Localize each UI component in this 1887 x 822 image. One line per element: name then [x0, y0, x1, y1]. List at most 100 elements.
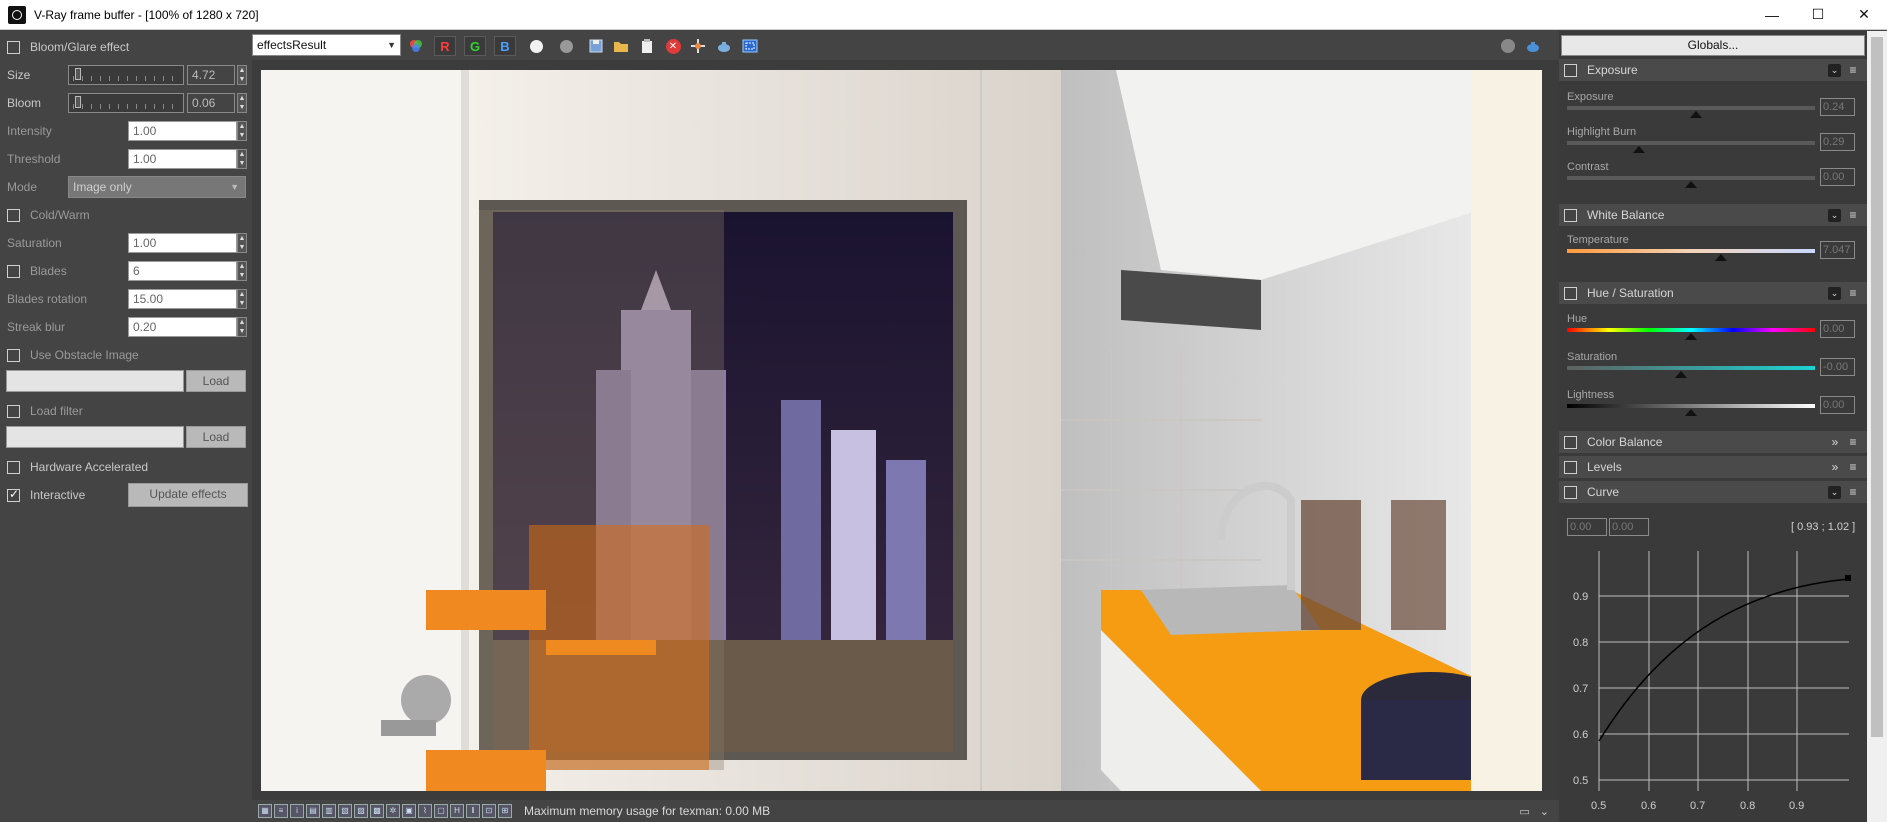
bloom-glare-checkbox[interactable] [7, 40, 20, 54]
hue-saturation-checkbox[interactable] [1564, 286, 1577, 300]
cold-warm-checkbox[interactable] [7, 208, 20, 222]
use-obstacle-checkbox[interactable] [7, 348, 20, 362]
lightness-slider-knob[interactable] [1685, 409, 1697, 416]
grid-icon[interactable]: ⊞ [498, 804, 512, 818]
white-balance-checkbox[interactable] [1564, 208, 1577, 222]
curve-input-x[interactable]: 0.00 [1567, 518, 1607, 536]
blades-value[interactable]: 6 [128, 261, 237, 281]
save-icon[interactable] [585, 36, 607, 56]
filter-path[interactable] [6, 426, 184, 448]
hue-slider[interactable] [1567, 328, 1815, 332]
right-panel-scrollbar[interactable] [1867, 31, 1887, 822]
clipboard-icon[interactable] [636, 36, 658, 56]
vfb-settings-icon[interactable]: ▢ [434, 804, 448, 818]
color-channels-icon[interactable] [405, 36, 427, 56]
levels-section-header[interactable]: Levels » ≡ [1559, 456, 1867, 478]
expand-icon[interactable]: » [1829, 436, 1841, 448]
render-teapot-icon[interactable] [713, 36, 735, 56]
streak-blur-spinner[interactable]: ▲ ▼ [237, 317, 247, 337]
color-balance-checkbox[interactable] [1564, 435, 1577, 449]
hue-slider-knob[interactable] [1685, 333, 1697, 340]
curve-icon[interactable]: ▧ [338, 804, 352, 818]
monochrome-icon[interactable] [555, 36, 577, 56]
blades-rotation-spinner[interactable]: ▲ ▼ [237, 289, 247, 309]
stamp-icon[interactable]: ⌇ [418, 804, 432, 818]
lock-icon[interactable]: ⊡ [482, 804, 496, 818]
open-folder-icon[interactable] [610, 36, 632, 56]
blue-channel-button[interactable]: B [494, 36, 516, 56]
exposure-value[interactable]: 0.24 [1820, 98, 1855, 116]
menu-icon[interactable]: ≡ [1847, 486, 1859, 498]
clear-image-icon[interactable]: ✕ [662, 36, 684, 56]
collapse-icon[interactable]: ⌄ [1828, 286, 1841, 300]
menu-icon[interactable]: ≡ [1847, 461, 1859, 473]
levels-checkbox[interactable] [1564, 460, 1577, 474]
lightness-value[interactable]: 0.00 [1820, 396, 1855, 414]
close-button[interactable]: ✕ [1841, 0, 1887, 30]
color-correction-icon[interactable]: ▤ [306, 804, 320, 818]
stop-render-icon[interactable] [1497, 36, 1519, 56]
highlight-burn-slider[interactable] [1567, 141, 1815, 145]
collapse-icon[interactable]: ⌄ [1828, 208, 1841, 222]
size-slider[interactable] [68, 65, 184, 85]
intensity-spinner[interactable]: ▲ ▼ [237, 121, 247, 141]
image-icon[interactable]: ▣ [402, 804, 416, 818]
update-effects-button[interactable]: Update effects [128, 483, 248, 507]
blades-checkbox[interactable] [7, 264, 20, 278]
alpha-white-icon[interactable] [525, 36, 547, 56]
saturation-value[interactable]: 1.00 [128, 233, 237, 253]
streak-blur-value[interactable]: 0.20 [128, 317, 237, 337]
saturation-slider[interactable] [1567, 366, 1815, 370]
highlight-burn-slider-knob[interactable] [1633, 146, 1645, 153]
settings-icon[interactable]: ✲ [386, 804, 400, 818]
temperature-slider[interactable] [1567, 249, 1815, 253]
lens-effects-icon[interactable]: ▩ [370, 804, 384, 818]
size-value[interactable]: 4.72 [187, 65, 235, 85]
filter-load-button[interactable]: Load [186, 426, 246, 448]
highlight-burn-value[interactable]: 0.29 [1820, 133, 1855, 151]
menu-icon[interactable]: ≡ [1847, 436, 1859, 448]
contrast-slider[interactable] [1567, 176, 1815, 180]
compare-icon[interactable]: ‖ [466, 804, 480, 818]
temperature-slider-knob[interactable] [1715, 254, 1727, 261]
render-viewport[interactable] [252, 60, 1559, 800]
interactive-checkbox[interactable] [7, 487, 20, 502]
curve-graph[interactable]: 0.9 0.8 0.7 0.6 0.5 0.5 0.6 0.7 0.8 0.9 [1559, 541, 1859, 816]
channel-select[interactable]: effectsResult ▼ [252, 34, 401, 56]
toggle-panel-icon[interactable]: ▭ [1519, 805, 1529, 818]
menu-icon[interactable]: ≡ [1847, 64, 1859, 76]
film-icon[interactable]: ▦ [258, 804, 272, 818]
curve-section-header[interactable]: Curve ⌄ ≡ [1559, 481, 1867, 503]
hue-value[interactable]: 0.00 [1820, 320, 1855, 338]
red-channel-button[interactable]: R [434, 36, 456, 56]
globals-button[interactable]: Globals... [1561, 35, 1865, 56]
expand-icon[interactable]: » [1829, 461, 1841, 473]
h-icon[interactable]: H [450, 804, 464, 818]
exposure-slider[interactable] [1567, 106, 1815, 110]
load-filter-checkbox[interactable] [7, 404, 20, 418]
render-icon[interactable] [1522, 36, 1544, 56]
history-icon[interactable]: ≡ [274, 804, 288, 818]
curve-checkbox[interactable] [1564, 485, 1577, 499]
maximize-button[interactable]: ☐ [1795, 0, 1841, 30]
menu-icon[interactable]: ≡ [1847, 209, 1859, 221]
lightness-slider[interactable] [1567, 404, 1815, 408]
size-spinner[interactable]: ▲ ▼ [237, 65, 247, 85]
minimize-button[interactable]: — [1749, 0, 1795, 30]
track-mouse-icon[interactable] [687, 36, 709, 56]
temperature-value[interactable]: 7.047 [1820, 241, 1855, 259]
exposure-checkbox[interactable] [1564, 63, 1577, 77]
contrast-slider-knob[interactable] [1685, 181, 1697, 188]
menu-icon[interactable]: ≡ [1847, 287, 1859, 299]
saturation-value[interactable]: -0.00 [1820, 358, 1855, 376]
collapse-icon[interactable]: ⌄ [1828, 63, 1841, 77]
threshold-spinner[interactable]: ▲ ▼ [237, 149, 247, 169]
collapse-icon[interactable]: ⌄ [1828, 485, 1841, 499]
color-balance-section-header[interactable]: Color Balance » ≡ [1559, 431, 1867, 453]
region-render-icon[interactable] [739, 36, 761, 56]
hue-saturation-section-header[interactable]: Hue / Saturation ⌄ ≡ [1559, 282, 1867, 304]
blades-rotation-value[interactable]: 15.00 [128, 289, 237, 309]
contrast-value[interactable]: 0.00 [1820, 168, 1855, 186]
bloom-slider[interactable] [68, 93, 184, 113]
blades-spinner[interactable]: ▲ ▼ [237, 261, 247, 281]
